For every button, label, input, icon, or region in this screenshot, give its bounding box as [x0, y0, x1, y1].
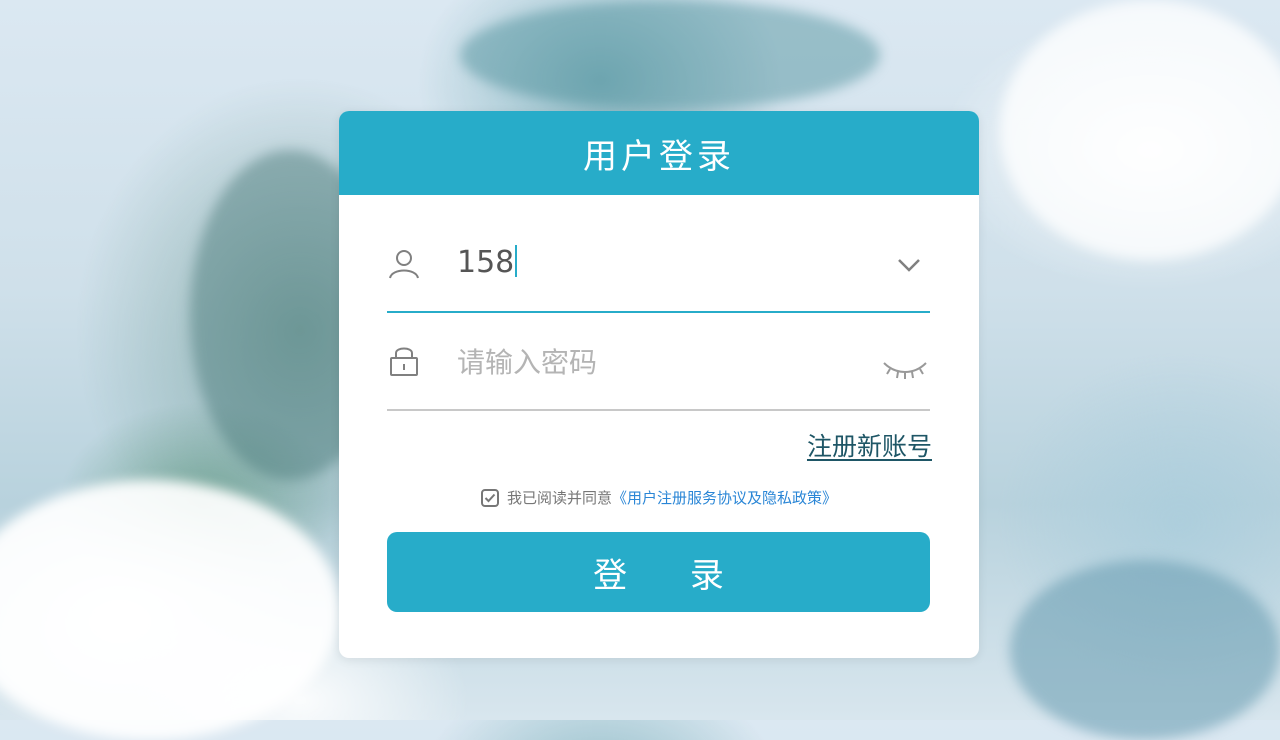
background-cloud-left [0, 480, 340, 740]
login-header: 用户登录 [339, 111, 979, 195]
check-icon [484, 493, 496, 502]
username-value: 158 [457, 245, 515, 280]
password-input[interactable]: 请输入密码 [457, 341, 597, 381]
login-button-label: 登 录 [593, 555, 750, 596]
chevron-down-icon[interactable] [896, 257, 922, 273]
background-tree-top [460, 0, 880, 110]
page-title: 用户登录 [583, 136, 735, 177]
agreement-text: 我已阅读并同意 [506, 489, 612, 507]
register-link[interactable]: 注册新账号 [807, 427, 932, 463]
username-field[interactable]: 158 [387, 211, 930, 313]
login-button[interactable]: 登 录 [387, 532, 930, 612]
eye-closed-icon[interactable] [882, 357, 928, 381]
password-placeholder: 请输入密码 [457, 346, 598, 379]
agreement-link[interactable]: 《用户注册服务协议及隐私政策》 [612, 487, 837, 508]
password-field[interactable]: 请输入密码 [387, 309, 930, 411]
text-caret [515, 245, 518, 277]
background-cliff-right [1010, 560, 1280, 740]
login-card: 用户登录 158 请输入密码 注册新账号 我已阅读并同意 《用户注册服务协议及隐… [339, 111, 979, 658]
agreement-checkbox[interactable] [480, 488, 499, 507]
background-cloud-right [1000, 0, 1280, 260]
username-input[interactable]: 158 [457, 245, 518, 280]
agreement-row: 我已阅读并同意 《用户注册服务协议及隐私政策》 [339, 487, 979, 508]
user-icon [389, 250, 419, 279]
lock-icon [390, 347, 418, 376]
